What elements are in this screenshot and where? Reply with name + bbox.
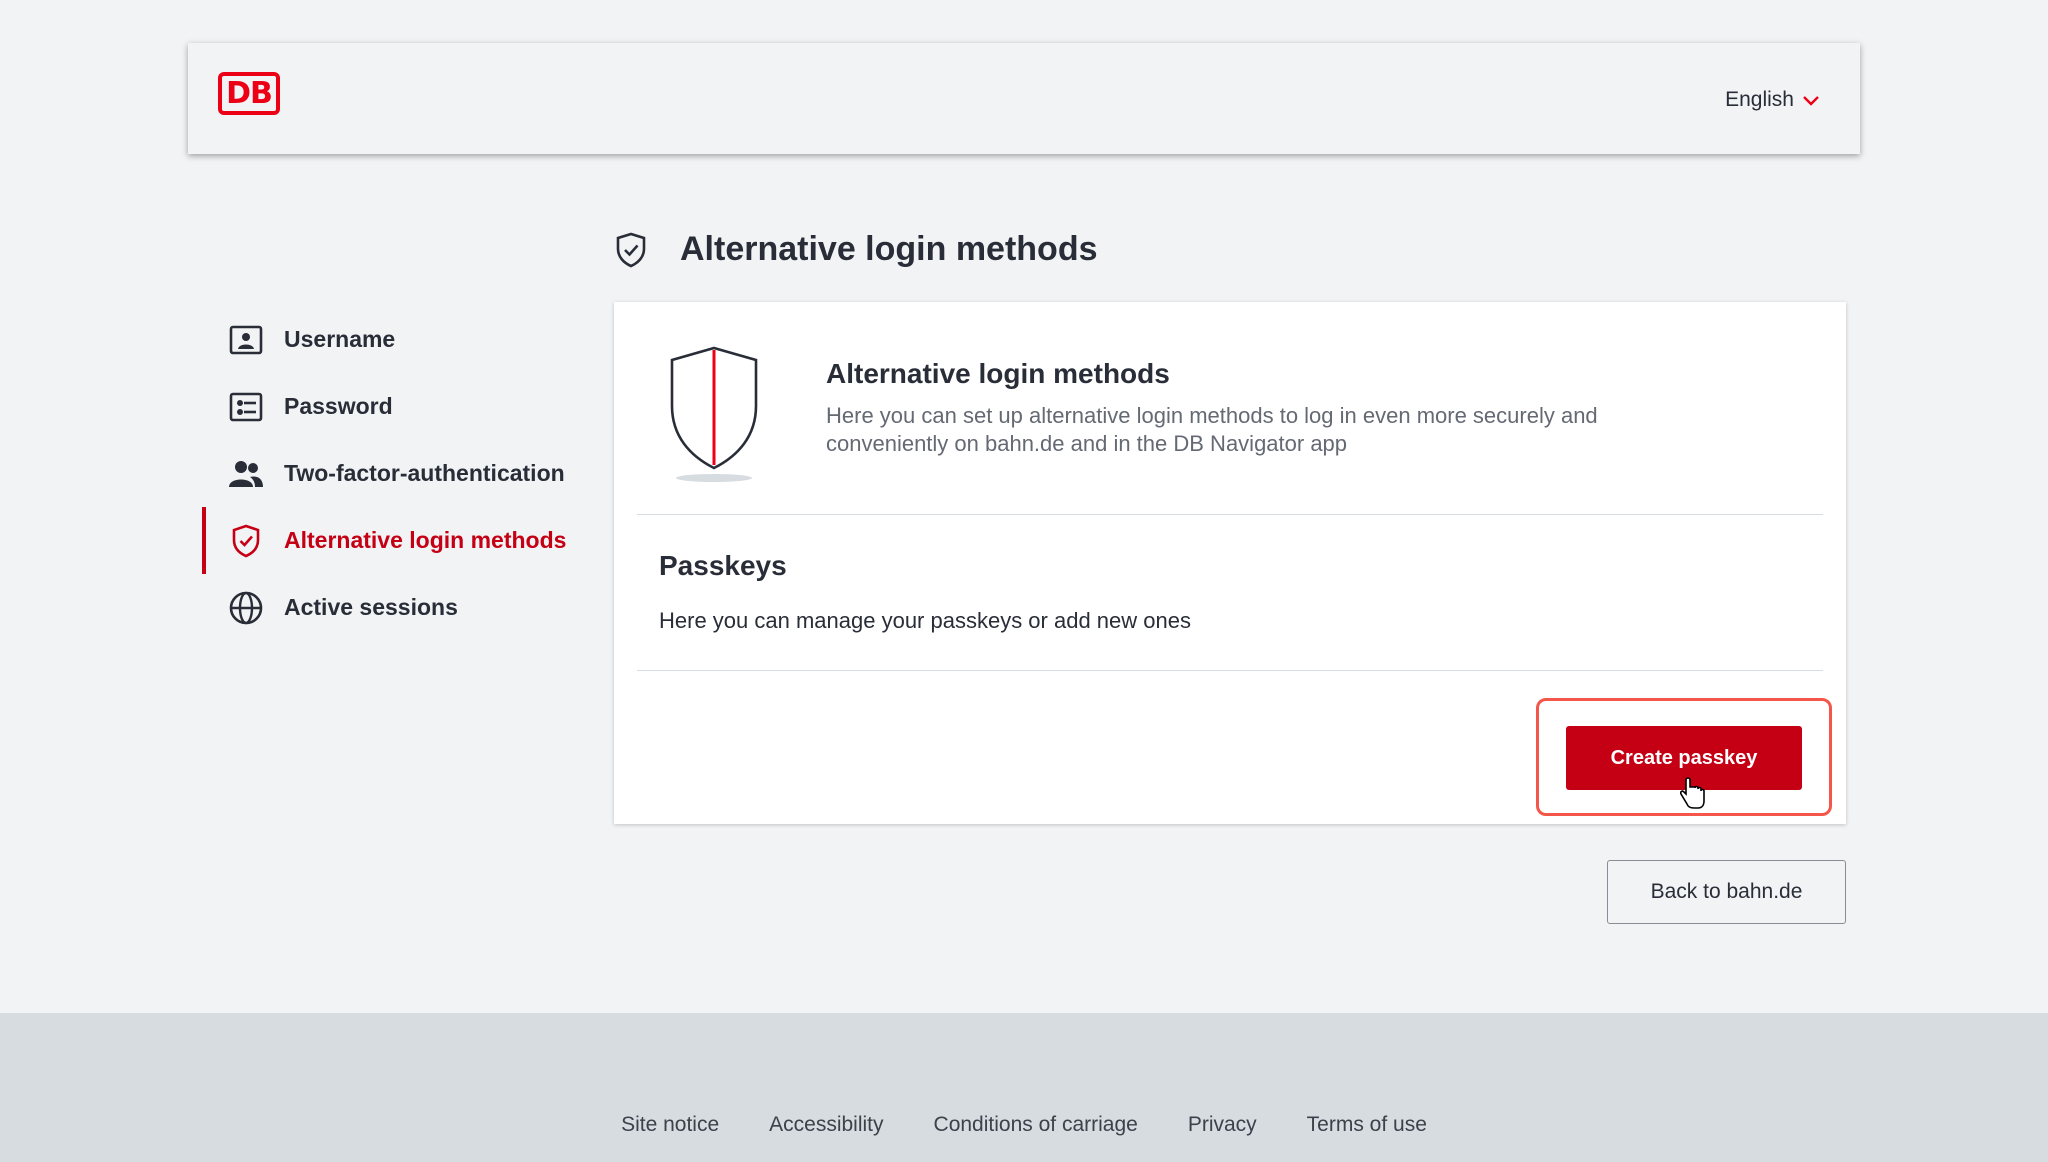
back-to-bahn-button[interactable]: Back to bahn.de <box>1607 860 1846 924</box>
sidebar-item-label: Username <box>284 326 396 352</box>
shield-check-icon <box>228 523 264 559</box>
sidebar-item-active-sessions[interactable]: Active sessions <box>200 574 600 641</box>
divider <box>637 670 1823 671</box>
language-selector[interactable]: English <box>1725 88 1820 112</box>
sidebar-item-label: Alternative login methods <box>284 527 567 553</box>
top-header: DB English <box>188 43 1860 154</box>
db-logo[interactable]: DB <box>218 72 280 115</box>
passkeys-description: Here you can manage your passkeys or add… <box>659 608 1191 633</box>
intro-title: Alternative login methods <box>826 358 1170 389</box>
footer-link-conditions-of-carriage[interactable]: Conditions of carriage <box>934 1113 1138 1137</box>
sidebar-item-username[interactable]: Username <box>200 306 600 373</box>
user-card-icon <box>228 322 264 358</box>
footer-link-site-notice[interactable]: Site notice <box>621 1113 719 1137</box>
footer-link-accessibility[interactable]: Accessibility <box>769 1113 883 1137</box>
page-title: Alternative login methods <box>680 230 1098 268</box>
footer-link-privacy[interactable]: Privacy <box>1188 1113 1257 1137</box>
sidebar-item-two-factor[interactable]: Two-factor-authentication <box>200 440 600 507</box>
shield-check-icon <box>616 232 646 267</box>
hand-cursor-icon <box>1680 777 1705 809</box>
sidebar-item-alternative-login[interactable]: Alternative login methods <box>200 507 600 574</box>
sidebar-item-password[interactable]: Password <box>200 373 600 440</box>
sidebar-item-label: Password <box>284 393 393 419</box>
shield-illustration-icon <box>670 346 758 482</box>
footer-link-terms-of-use[interactable]: Terms of use <box>1307 1113 1427 1137</box>
page-heading: Alternative login methods <box>614 230 1098 269</box>
footer-links: Site notice Accessibility Conditions of … <box>0 1113 2048 1137</box>
settings-card: Alternative login methods Here you can s… <box>614 302 1846 824</box>
password-form-icon <box>228 389 264 425</box>
language-label: English <box>1725 88 1794 111</box>
passkeys-title: Passkeys <box>659 550 787 581</box>
page-footer: Site notice Accessibility Conditions of … <box>0 1013 2048 1162</box>
divider <box>637 514 1823 515</box>
sidebar-item-label: Active sessions <box>284 594 458 620</box>
chevron-down-icon <box>1803 96 1819 106</box>
people-icon <box>228 456 264 492</box>
globe-icon <box>228 590 264 626</box>
settings-sidebar: Username Password Two-factor-authenticat… <box>200 306 600 641</box>
sidebar-item-label: Two-factor-authentication <box>284 460 565 486</box>
intro-description: Here you can set up alternative login me… <box>826 403 1598 456</box>
